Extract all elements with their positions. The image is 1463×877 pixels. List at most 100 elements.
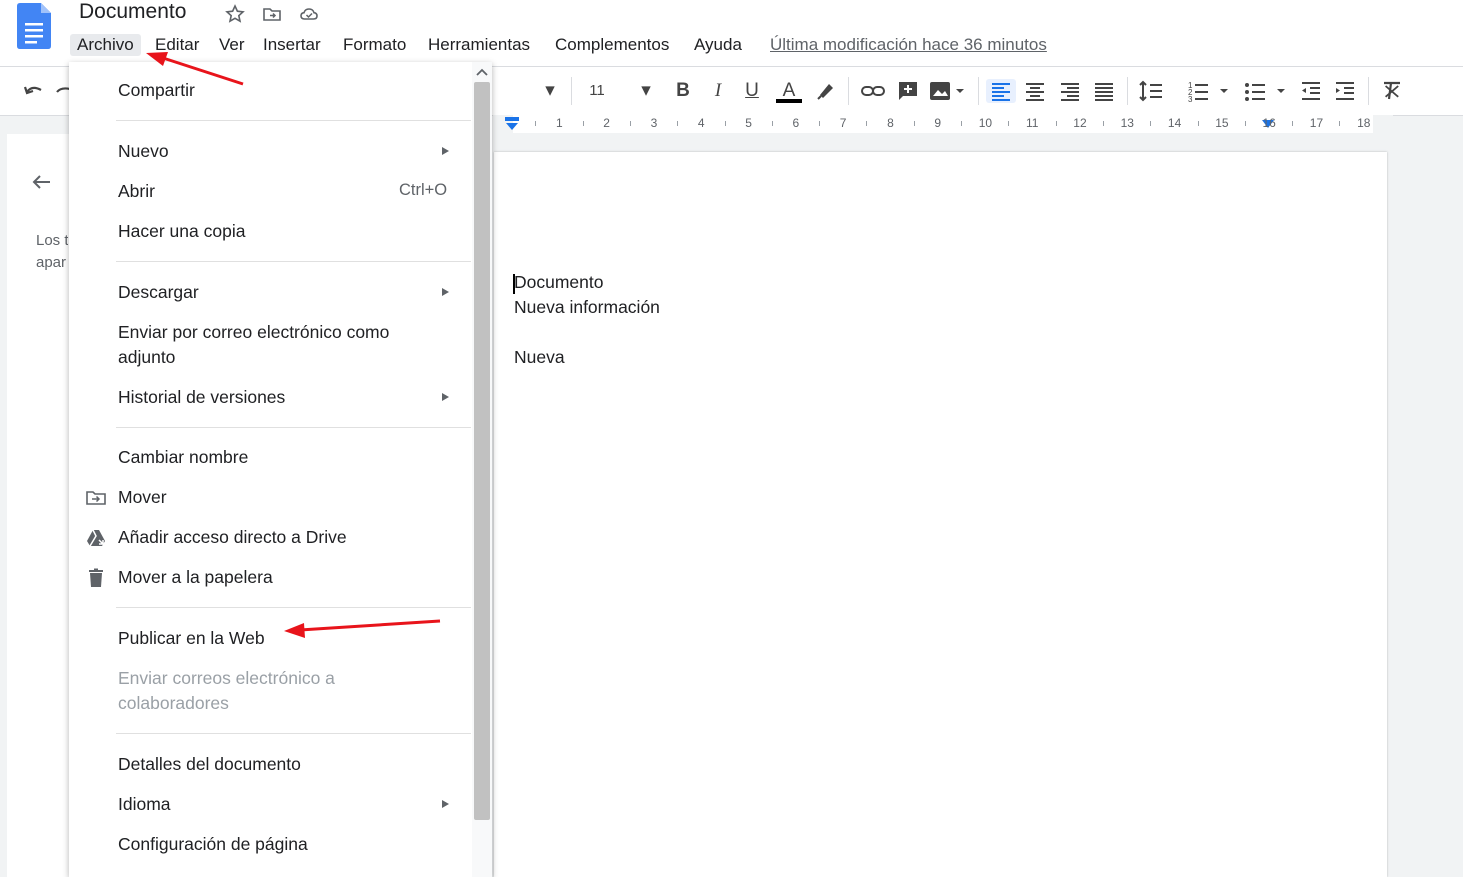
menu-insertar[interactable]: Insertar [256,34,328,56]
underline-icon[interactable]: U [741,79,763,103]
back-arrow-icon[interactable] [30,170,54,194]
ruler-tick [677,121,679,126]
font-dropdown-arrow-icon[interactable]: ▾ [542,79,558,103]
menu-separator [116,733,471,734]
scroll-up-chevron-icon[interactable] [475,66,489,78]
ruler-tick [1197,121,1199,126]
outline-hint-text: Los t apar [36,230,68,274]
menu-item-label: adjunto [118,347,176,367]
document-line[interactable]: Nueva [514,347,565,368]
menu-ver[interactable]: Ver [212,34,252,56]
ruler-tick [629,121,631,126]
horizontal-ruler[interactable]: 1 2 3 4 5 6 7 8 9 10 11 12 13 14 15 16 17 18 [493,115,1393,133]
redo-icon[interactable] [56,79,70,103]
menu-separator [116,120,471,121]
menu-complementos[interactable]: Complementos [548,34,676,56]
menu-item-add-shortcut[interactable]: Añadir acceso directo a Drive [118,525,347,550]
ruler-number: 18 [1357,116,1371,130]
app-header: Documento Archivo Editar Ver Insertar Fo… [0,0,1463,66]
clear-formatting-icon[interactable] [1380,79,1404,103]
last-edit-link[interactable]: Última modificación hace 36 minutos [770,34,1047,56]
move-folder-icon [86,491,106,505]
ruler-number: 14 [1167,116,1182,130]
italic-icon[interactable]: I [707,79,729,103]
ruler-number: 17 [1309,116,1324,130]
align-right-icon[interactable] [1058,79,1082,103]
increase-indent-icon[interactable] [1333,79,1357,103]
menu-item-move[interactable]: Mover [118,485,167,510]
font-size-dropdown-icon[interactable]: ▾ [638,79,654,103]
ruler-number: 4 [697,116,705,130]
menu-ayuda[interactable]: Ayuda [687,34,749,56]
align-center-icon[interactable] [1023,79,1047,103]
document-line[interactable]: Nueva información [514,297,660,318]
menu-archivo[interactable]: Archivo [70,34,141,56]
svg-text:3: 3 [1188,95,1193,103]
file-menu-dropdown: Compartir Nuevo Abrir Ctrl+O Hacer una c… [69,62,492,877]
ruler-tick [1339,121,1341,126]
menu-herramientas[interactable]: Herramientas [421,34,537,56]
outline-hint-line: Los t [36,232,68,249]
highlight-pen-icon[interactable] [814,79,836,103]
ruler-tick [819,121,821,126]
move-folder-icon[interactable] [262,4,282,24]
menu-item-email-attachment[interactable]: Enviar por correo electrónico como adjun… [118,320,389,370]
undo-icon[interactable] [22,79,46,103]
submenu-arrow-icon [442,147,449,155]
ruler-number: 9 [934,116,942,130]
menu-item-document-details[interactable]: Detalles del documento [118,752,301,777]
insert-image-icon[interactable] [929,79,969,103]
menu-item-page-setup[interactable]: Configuración de página [118,832,308,857]
ruler-number: 8 [887,116,894,130]
line-spacing-icon[interactable] [1138,79,1164,103]
ruler-number: 1 [556,116,563,130]
ruler-number: 2 [603,116,610,130]
ruler-number: 15 [1215,116,1229,130]
bulleted-list-icon[interactable] [1243,79,1291,103]
menu-scrollbar-thumb[interactable] [474,82,490,820]
menu-item-open[interactable]: Abrir [118,179,155,204]
menu-item-version-history[interactable]: Historial de versiones [118,385,285,410]
add-comment-icon[interactable] [896,79,920,103]
ruler-number: 7 [839,116,847,130]
menu-item-new[interactable]: Nuevo [118,139,169,164]
star-icon[interactable] [225,4,245,24]
numbered-list-icon[interactable]: 1 2 3 [1186,79,1234,103]
menu-item-share[interactable]: Compartir [118,78,195,103]
menu-separator [116,261,471,262]
menu-formato[interactable]: Formato [336,34,413,56]
menu-item-email-collaborators: Enviar correos electrónico a colaborador… [118,666,335,716]
document-page[interactable] [494,152,1387,877]
menu-item-download[interactable]: Descargar [118,280,199,305]
document-line[interactable]: Documento [514,272,604,293]
document-title[interactable]: Documento [79,0,186,24]
bold-icon[interactable]: B [672,79,694,103]
ruler-tick [1150,121,1152,126]
menu-item-trash[interactable]: Mover a la papelera [118,565,273,590]
align-left-icon[interactable] [986,79,1016,103]
ruler-number: 12 [1073,116,1087,130]
outline-hint-line: apar [36,254,67,271]
menu-item-rename[interactable]: Cambiar nombre [118,445,248,470]
cloud-status-icon[interactable] [299,4,319,24]
font-size-value[interactable]: 11 [582,79,612,103]
menu-item-language[interactable]: Idioma [118,792,171,817]
shortcut-open: Ctrl+O [399,181,448,199]
menu-item-make-copy[interactable]: Hacer una copia [118,219,245,244]
ruler-tick [1244,121,1246,126]
link-icon[interactable] [860,79,886,103]
text-color-icon[interactable]: A [776,79,802,103]
align-justify-icon[interactable] [1092,79,1116,103]
ruler-tick [724,121,726,126]
toolbar-divider [1368,77,1369,105]
ruler-number: 6 [792,116,800,130]
ruler-tick [1102,121,1104,126]
menu-separator [116,607,471,608]
decrease-indent-icon[interactable] [1299,79,1323,103]
docs-logo-icon[interactable] [17,3,51,49]
ruler-number: 10 [978,116,993,130]
menu-editar[interactable]: Editar [148,34,206,56]
toolbar-divider [848,77,849,105]
menu-item-publish-web[interactable]: Publicar en la Web [118,626,265,651]
left-indent-marker-icon[interactable] [504,117,520,131]
